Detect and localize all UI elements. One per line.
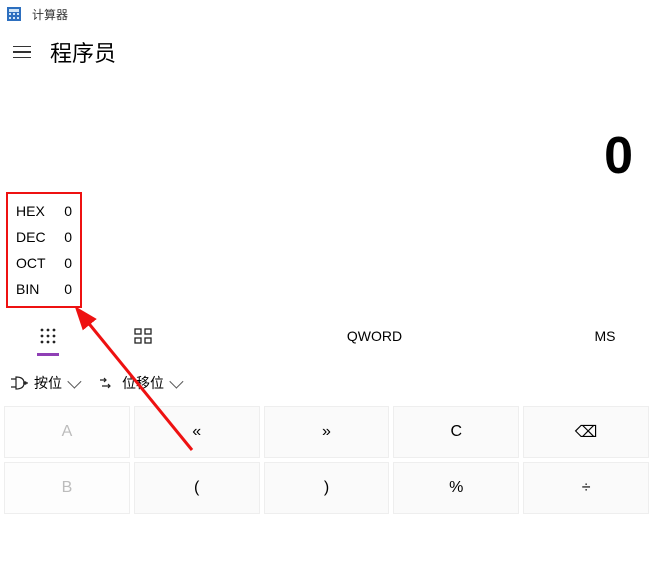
bit-operation-row: 按位 位移位 bbox=[0, 360, 653, 406]
base-label: OCT bbox=[16, 255, 46, 271]
header: 程序员 bbox=[0, 28, 653, 76]
result-value: 0 bbox=[604, 126, 633, 186]
word-size-button[interactable]: QWORD bbox=[192, 328, 557, 344]
bitwise-dropdown[interactable]: 按位 bbox=[10, 373, 78, 393]
chevron-down-icon bbox=[67, 375, 81, 389]
key-a[interactable]: A bbox=[4, 406, 130, 458]
key-clear[interactable]: C bbox=[393, 406, 519, 458]
app-title: 计算器 bbox=[32, 6, 68, 23]
bitshift-dropdown[interactable]: 位移位 bbox=[98, 373, 180, 393]
full-keypad-button[interactable] bbox=[0, 312, 96, 360]
bitwise-icon bbox=[10, 376, 28, 390]
bitwise-label: 按位 bbox=[34, 373, 62, 393]
bit-toggle-icon bbox=[134, 328, 154, 344]
base-label: BIN bbox=[16, 281, 39, 297]
chevron-down-icon bbox=[169, 375, 183, 389]
key-shift-right[interactable]: » bbox=[264, 406, 390, 458]
base-value: 0 bbox=[64, 203, 72, 219]
mode-title: 程序员 bbox=[50, 36, 116, 68]
base-value: 0 bbox=[64, 255, 72, 271]
key-shift-left[interactable]: « bbox=[134, 406, 260, 458]
view-toolbar: QWORD MS bbox=[0, 312, 653, 360]
bitshift-label: 位移位 bbox=[122, 373, 164, 393]
hamburger-menu-button[interactable] bbox=[10, 40, 34, 64]
bit-toggle-button[interactable] bbox=[96, 312, 192, 360]
base-value: 0 bbox=[64, 229, 72, 245]
result-display: 0 bbox=[0, 76, 653, 186]
memory-store-button[interactable]: MS bbox=[557, 328, 653, 344]
base-label: HEX bbox=[16, 203, 45, 219]
calculator-app-icon bbox=[6, 6, 22, 22]
keypad-icon bbox=[39, 327, 57, 345]
bitshift-icon bbox=[98, 376, 116, 390]
base-row-bin[interactable]: BIN 0 bbox=[8, 276, 80, 302]
key-percent[interactable]: % bbox=[393, 462, 519, 514]
key-divide[interactable]: ÷ bbox=[523, 462, 649, 514]
base-row-dec[interactable]: DEC 0 bbox=[8, 224, 80, 250]
number-bases-panel: HEX 0 DEC 0 OCT 0 BIN 0 bbox=[6, 192, 82, 308]
base-row-hex[interactable]: HEX 0 bbox=[8, 198, 80, 224]
keypad: A « » C ⌫ B ( ) % ÷ bbox=[0, 406, 653, 514]
key-backspace[interactable]: ⌫ bbox=[523, 406, 649, 458]
base-row-oct[interactable]: OCT 0 bbox=[8, 250, 80, 276]
base-value: 0 bbox=[64, 281, 72, 297]
key-close-paren[interactable]: ) bbox=[264, 462, 390, 514]
base-label: DEC bbox=[16, 229, 46, 245]
key-open-paren[interactable]: ( bbox=[134, 462, 260, 514]
key-b[interactable]: B bbox=[4, 462, 130, 514]
title-bar: 计算器 bbox=[0, 0, 653, 28]
